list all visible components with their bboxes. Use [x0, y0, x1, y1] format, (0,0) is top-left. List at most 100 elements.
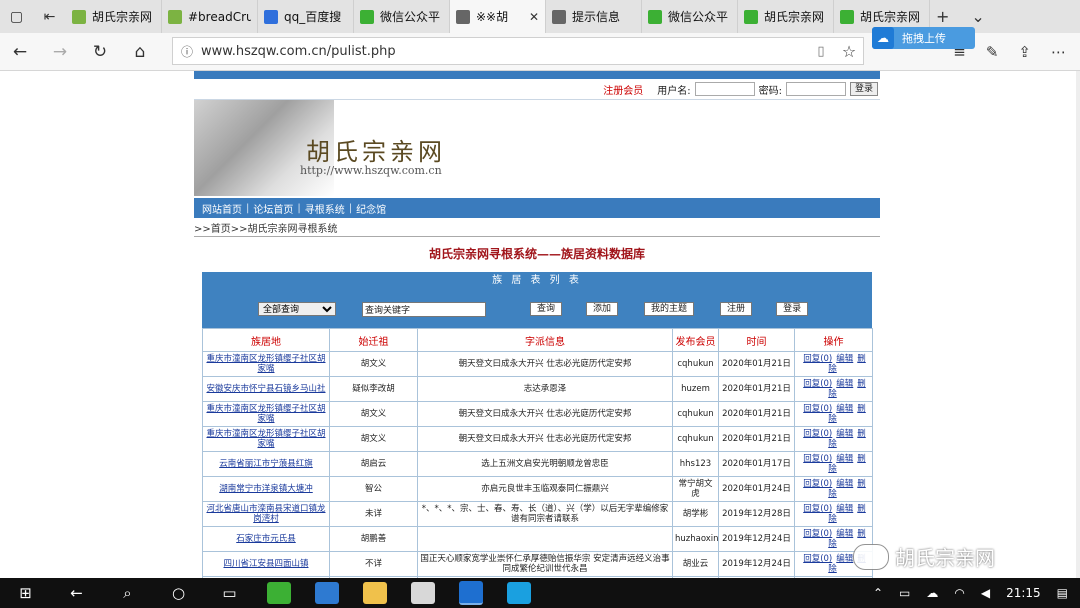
add-button[interactable]: 添加 [586, 302, 619, 316]
breadcrumb-item[interactable]: >>胡氏宗亲网寻根系统 [231, 220, 338, 235]
page-scrollbar[interactable] [1076, 71, 1080, 578]
menu-item[interactable]: 寻根系统 [305, 201, 345, 216]
set-aside-tabs-icon[interactable]: ⇤ [33, 0, 66, 33]
new-tab-icon[interactable]: + [936, 7, 949, 26]
password-input[interactable] [785, 82, 846, 96]
table-row: 云南省丽江市宁蒗县红旗 胡启云 选上五洲文启安光明朝顺龙曾忠臣 hhs123 2020年… [202, 451, 873, 477]
clock-text[interactable]: 21:15 [1006, 586, 1041, 600]
browser-tab[interactable]: qq_百度搜 [258, 0, 354, 33]
register-button[interactable]: 注册 [720, 302, 753, 316]
volume-icon[interactable]: ◀ [981, 586, 990, 600]
residence-link[interactable]: 石家庄市元氏县 [202, 526, 330, 552]
reading-view-icon[interactable]: ▯ [807, 44, 835, 59]
edge-app-icon[interactable] [459, 581, 483, 605]
tray-overflow-icon[interactable]: ⌃ [873, 586, 883, 600]
menu-item[interactable]: 网站首页 [202, 201, 242, 216]
residence-link[interactable]: 河北省唐山市滦南县宋道口镇龙岗湾村 [202, 501, 330, 527]
browser-tab[interactable]: 提示信息 [546, 0, 642, 33]
reply-link[interactable]: 回复(0) [803, 479, 832, 489]
notes-pen-icon[interactable]: ✎ [986, 43, 999, 61]
tab-title: 胡氏宗亲网 [92, 10, 153, 24]
blue-app-icon[interactable] [507, 582, 531, 604]
reply-link[interactable]: 回复(0) [803, 454, 832, 464]
row-actions: 回复(0)编辑删除 [794, 401, 873, 427]
info-icon[interactable]: ⓘ [173, 43, 201, 60]
edit-link[interactable]: 编辑 [836, 504, 853, 514]
query-button[interactable]: 查询 [530, 302, 563, 316]
browser-app-icon[interactable] [315, 582, 339, 604]
menu-item[interactable]: 纪念馆 [356, 201, 386, 216]
taskbar-back-icon[interactable]: ← [51, 578, 102, 608]
browser-tab[interactable]: 微信公众平 [642, 0, 738, 33]
edit-link[interactable]: 编辑 [836, 554, 853, 564]
generation-names-cell [417, 526, 673, 552]
edit-link[interactable]: 编辑 [836, 529, 853, 539]
reply-link[interactable]: 回复(0) [803, 529, 832, 539]
date-cell: 2020年01月21日 [718, 351, 795, 377]
home-icon[interactable]: ⌂ [120, 42, 160, 62]
browser-tab[interactable]: #breadCru [162, 0, 258, 33]
forward-arrow-icon[interactable]: → [40, 42, 80, 62]
residence-link[interactable]: 重庆市潼南区龙形镇缨子社区胡家嘴 [202, 351, 330, 377]
reply-link[interactable]: 回复(0) [803, 429, 832, 439]
browser-tab[interactable]: ※※胡 ✕ [450, 0, 546, 33]
reply-link[interactable]: 回复(0) [803, 379, 832, 389]
wechat-app-icon[interactable] [267, 582, 291, 604]
notepad-app-icon[interactable] [411, 582, 435, 604]
column-header: 字派信息 [417, 328, 673, 352]
login-button[interactable]: 登录 [849, 82, 878, 96]
register-link[interactable]: 注册会员 [603, 82, 643, 97]
file-explorer-icon[interactable] [363, 582, 387, 604]
windows-start-icon[interactable]: ⊞ [0, 578, 51, 608]
reply-link[interactable]: 回复(0) [803, 554, 832, 564]
residence-link[interactable]: 湖南常宁市洋泉镇大塘冲 [202, 476, 330, 502]
browser-tab[interactable]: 微信公众平 [354, 0, 450, 33]
reply-link[interactable]: 回复(0) [803, 404, 832, 414]
edit-link[interactable]: 编辑 [836, 429, 853, 439]
battery-icon[interactable]: ▭ [899, 586, 910, 600]
reply-link[interactable]: 回复(0) [803, 504, 832, 514]
browser-tab[interactable]: 胡氏宗亲网 [66, 0, 162, 33]
upload-label: 拖拽上传 [902, 32, 946, 45]
tab-actions-icon[interactable]: ▢ [0, 0, 33, 33]
notifications-icon[interactable]: ▤ [1057, 586, 1068, 600]
residence-link[interactable]: 安徽安庆市怀宁县石镜乡马山社 [202, 376, 330, 402]
edit-link[interactable]: 编辑 [836, 379, 853, 389]
edit-link[interactable]: 编辑 [836, 404, 853, 414]
edit-link[interactable]: 编辑 [836, 354, 853, 364]
my-topics-button[interactable]: 我的主题 [644, 302, 695, 316]
query-scope-select[interactable]: 全部查询 [258, 302, 336, 316]
residence-link[interactable]: 云南省丽江市宁蒗县红旗 [202, 451, 330, 477]
edit-link[interactable]: 编辑 [836, 479, 853, 489]
favorite-star-icon[interactable]: ☆ [835, 42, 863, 61]
wifi-icon[interactable]: ◠ [954, 586, 964, 600]
address-bar[interactable]: ⓘ www.hszqw.com.cn/pulist.php ▯ ☆ [172, 37, 864, 65]
back-arrow-icon[interactable]: ← [0, 42, 40, 62]
tab-title: ※※胡 [476, 10, 509, 24]
onedrive-icon[interactable]: ☁ [926, 586, 938, 600]
url-text[interactable]: www.hszqw.com.cn/pulist.php [201, 44, 807, 59]
residence-link[interactable]: 四川省江安县四面山镇 [202, 551, 330, 577]
search-icon[interactable]: ⌕ [102, 578, 153, 608]
site-banner: 胡氏宗亲网 http://www.hszqw.com.cn [194, 100, 880, 196]
date-cell: 2020年01月24日 [718, 476, 795, 502]
share-icon[interactable]: ⇪ [1018, 43, 1031, 61]
tab-title: 微信公众平 [380, 10, 441, 24]
residence-link[interactable]: 重庆市潼南区龙形镇缨子社区胡家嘴 [202, 426, 330, 452]
username-input[interactable] [694, 82, 755, 96]
browser-tab[interactable]: 胡氏宗亲网 [738, 0, 834, 33]
refresh-icon[interactable]: ↻ [80, 42, 120, 62]
drag-upload-button[interactable]: ☁ 拖拽上传 [872, 27, 975, 49]
toolbar-login-button[interactable]: 登录 [776, 302, 809, 316]
cortana-circle-icon[interactable]: ○ [153, 578, 204, 608]
tab-preview-chevron-icon[interactable]: ⌄ [971, 7, 984, 26]
more-menu-icon[interactable]: ⋯ [1051, 43, 1066, 61]
breadcrumb-item[interactable]: >>首页 [194, 220, 231, 235]
menu-item[interactable]: 论坛首页 [253, 201, 293, 216]
residence-link[interactable]: 重庆市潼南区龙形镇缨子社区胡家嘴 [202, 401, 330, 427]
edit-link[interactable]: 编辑 [836, 454, 853, 464]
reply-link[interactable]: 回复(0) [803, 354, 832, 364]
search-input[interactable]: 查询关键字 [362, 301, 486, 317]
task-view-icon[interactable]: ▭ [204, 578, 255, 608]
close-tab-icon[interactable]: ✕ [529, 10, 539, 24]
